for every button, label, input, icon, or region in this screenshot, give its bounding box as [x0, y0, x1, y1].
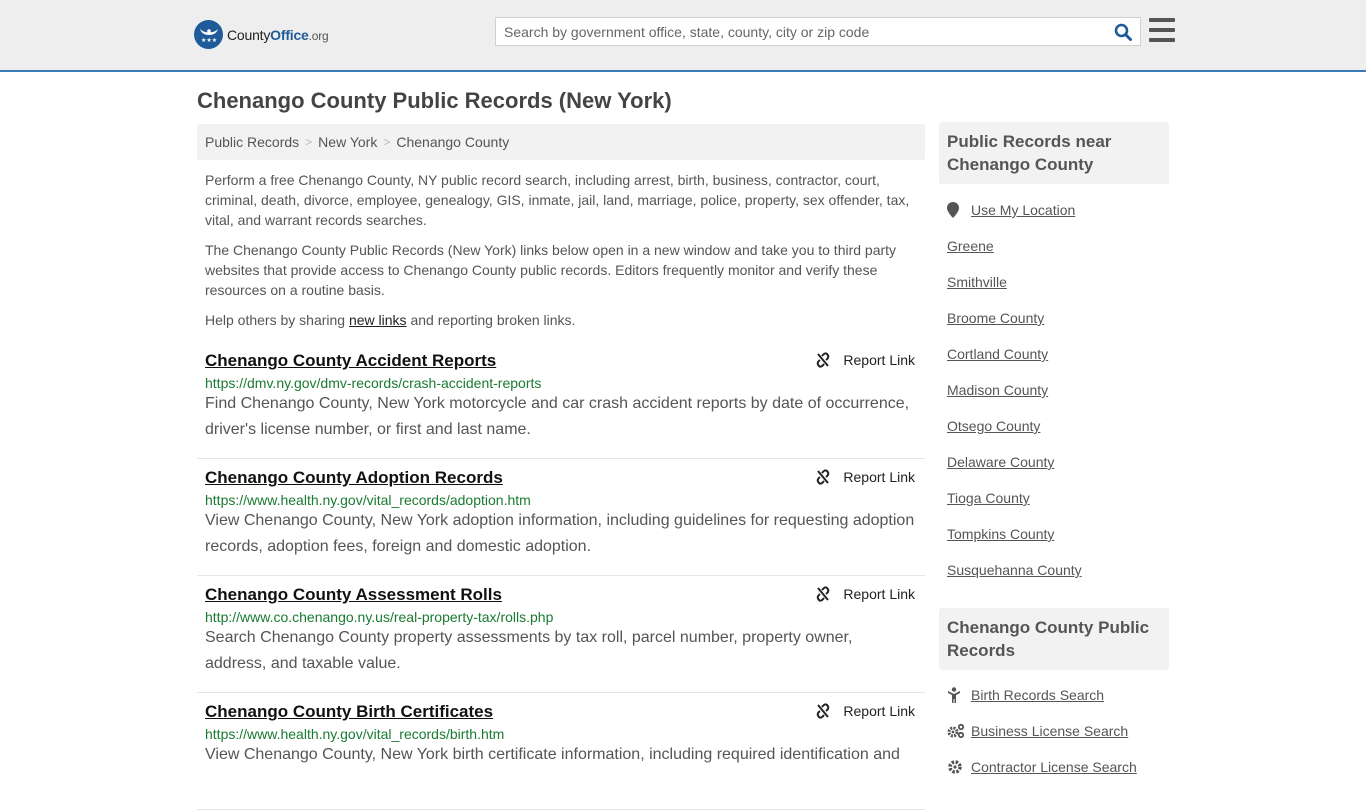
nearby-link-madison-county[interactable]: Madison County: [947, 382, 1048, 398]
report-link-button[interactable]: Report Link: [815, 586, 915, 602]
menu-bar: [1149, 38, 1175, 42]
broken-link-icon: [817, 703, 830, 719]
record-title-link[interactable]: Chenango County Birth Certificates: [205, 702, 493, 722]
record-description: Find Chenango County, New York motorcycl…: [205, 395, 910, 438]
use-my-location-link[interactable]: Use My Location: [971, 202, 1075, 218]
record-item: Chenango County Assessment Rolls Report …: [197, 576, 925, 693]
broken-link-icon: [817, 352, 830, 368]
nearby-link-greene[interactable]: Greene: [947, 238, 994, 254]
nearby-item: Greene: [947, 228, 1167, 264]
record-title-link[interactable]: Chenango County Accident Reports: [205, 351, 496, 371]
breadcrumb-separator: >: [383, 135, 391, 149]
nearby-link-cortland-county[interactable]: Cortland County: [947, 346, 1048, 362]
nearby-link-susquehanna-county[interactable]: Susquehanna County: [947, 562, 1082, 578]
breadcrumb-current: Chenango County: [396, 134, 510, 150]
broken-link-icon: [817, 586, 830, 602]
record-item: Chenango County Birth Certificates Repor…: [197, 693, 925, 810]
site-logo[interactable]: ★★★ CountyOffice.org: [194, 20, 329, 49]
record-url[interactable]: https://www.health.ny.gov/vital_records/…: [205, 726, 917, 742]
search-input[interactable]: [496, 18, 1106, 45]
record-description: Search Chenango County property assessme…: [205, 629, 853, 672]
nearby-item: Tioga County: [947, 480, 1167, 516]
breadcrumb-separator: >: [305, 135, 313, 149]
child-icon: [947, 687, 971, 703]
breadcrumb: Public Records > New York > Chenango Cou…: [197, 124, 925, 160]
record-item: Chenango County Adoption Records Report …: [197, 459, 925, 576]
nearby-link-smithville[interactable]: Smithville: [947, 274, 1007, 290]
logo-text: CountyOffice.org: [227, 26, 329, 43]
record-url[interactable]: http://www.co.chenango.ny.us/real-proper…: [205, 609, 917, 625]
nearby-link-broome-county[interactable]: Broome County: [947, 310, 1044, 326]
record-title-link[interactable]: Chenango County Adoption Records: [205, 468, 503, 488]
map-marker-icon: [947, 202, 971, 218]
nearby-link-tompkins-county[interactable]: Tompkins County: [947, 526, 1054, 542]
menu-bar: [1149, 28, 1175, 32]
nearby-item: Madison County: [947, 372, 1167, 408]
page-title: Chenango County Public Records (New York…: [197, 88, 672, 113]
use-location-item: Use My Location: [947, 192, 1167, 228]
county-record-item: Birth Records Search: [947, 677, 1167, 713]
record-url[interactable]: https://www.health.ny.gov/vital_records/…: [205, 492, 917, 508]
report-link-button[interactable]: Report Link: [815, 352, 915, 368]
nearby-item: Broome County: [947, 300, 1167, 336]
nearby-records-heading: Public Records near Chenango County: [939, 122, 1169, 184]
intro-paragraph: The Chenango County Public Records (New …: [205, 242, 897, 298]
search-icon: [1114, 23, 1132, 41]
nearby-item: Otsego County: [947, 408, 1167, 444]
gears-icon: [947, 723, 971, 739]
record-title-link[interactable]: Chenango County Assessment Rolls: [205, 585, 502, 605]
report-link-button[interactable]: Report Link: [815, 469, 915, 485]
records-list: Chenango County Accident Reports Report …: [197, 342, 925, 810]
record-description: View Chenango County, New York birth cer…: [205, 746, 900, 763]
record-item: Chenango County Accident Reports Report …: [197, 342, 925, 459]
breadcrumb-new-york[interactable]: New York: [318, 134, 377, 150]
county-records-heading: Chenango County Public Records: [939, 608, 1169, 670]
hamburger-menu-button[interactable]: [1149, 18, 1175, 42]
county-record-item: Contractor License Search: [947, 749, 1167, 785]
menu-bar: [1149, 18, 1175, 22]
site-header: ★★★ CountyOffice.org: [0, 0, 1366, 72]
birth-records-search-link[interactable]: Birth Records Search: [971, 687, 1104, 703]
svg-text:★★★: ★★★: [201, 37, 217, 44]
intro-paragraph: Perform a free Chenango County, NY publi…: [205, 172, 910, 228]
record-url[interactable]: https://dmv.ny.gov/dmv-records/crash-acc…: [205, 375, 917, 391]
nearby-link-delaware-county[interactable]: Delaware County: [947, 454, 1054, 470]
search-button[interactable]: [1106, 18, 1140, 45]
business-license-search-link[interactable]: Business License Search: [971, 723, 1128, 739]
breadcrumb-public-records[interactable]: Public Records: [205, 134, 299, 150]
nearby-item: Cortland County: [947, 336, 1167, 372]
county-records-list: Birth Records Search Business License Se…: [947, 677, 1167, 785]
eagle-stars-icon: ★★★: [194, 20, 223, 49]
new-links-link[interactable]: new links: [349, 312, 407, 328]
nearby-link-tioga-county[interactable]: Tioga County: [947, 490, 1030, 506]
search-bar: [495, 17, 1141, 46]
broken-link-icon: [817, 469, 830, 485]
gear-icon: [947, 759, 971, 775]
intro-text: Perform a free Chenango County, NY publi…: [205, 170, 920, 340]
record-description: View Chenango County, New York adoption …: [205, 512, 915, 555]
nearby-item: Susquehanna County: [947, 552, 1167, 588]
nearby-item: Tompkins County: [947, 516, 1167, 552]
report-link-button[interactable]: Report Link: [815, 703, 915, 719]
help-paragraph: Help others by sharing new links and rep…: [205, 312, 576, 328]
contractor-license-search-link[interactable]: Contractor License Search: [971, 759, 1137, 775]
nearby-item: Delaware County: [947, 444, 1167, 480]
county-record-item: Business License Search: [947, 713, 1167, 749]
nearby-item: Smithville: [947, 264, 1167, 300]
nearby-records-list: Use My Location Greene Smithville Broome…: [947, 192, 1167, 588]
nearby-link-otsego-county[interactable]: Otsego County: [947, 418, 1040, 434]
